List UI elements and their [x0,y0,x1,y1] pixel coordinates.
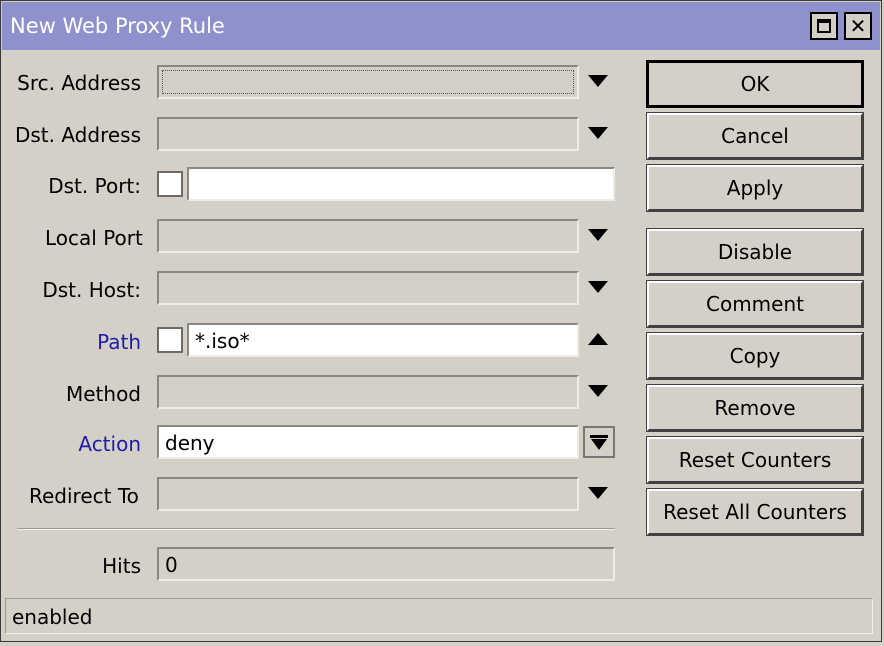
dst-host-field[interactable] [157,271,579,305]
dropdown-arrow-icon[interactable] [588,385,608,397]
disable-button[interactable]: Disable [646,228,864,276]
src-address-field[interactable] [157,65,579,99]
method-field[interactable] [157,375,579,409]
comment-button[interactable]: Comment [646,280,864,328]
reset-counters-button[interactable]: Reset Counters [646,436,864,484]
cancel-button[interactable]: Cancel [646,112,864,160]
dst-address-field[interactable] [157,117,579,151]
src-address-label: Src. Address [17,71,141,95]
copy-button[interactable]: Copy [646,332,864,380]
dst-host-label: Dst. Host: [42,278,141,302]
action-label: Action [78,432,141,456]
select-triangle [591,438,607,450]
remove-button[interactable]: Remove [646,384,864,432]
dropdown-arrow-icon[interactable] [588,281,608,293]
hits-value: 0 [165,553,178,577]
dst-port-negate-checkbox[interactable] [157,171,183,197]
path-label: Path [97,330,141,354]
close-button[interactable]: ✕ [844,12,872,40]
dropdown-select-icon[interactable] [583,426,615,458]
maximize-icon [817,19,831,33]
action-value: deny [165,431,215,455]
method-label: Method [65,382,141,406]
reset-all-counters-button[interactable]: Reset All Counters [646,488,864,536]
dst-port-input[interactable] [187,167,615,201]
window-title: New Web Proxy Rule [10,14,225,38]
close-icon: ✕ [849,14,867,38]
title-bar[interactable]: New Web Proxy Rule ✕ [2,2,880,50]
path-negate-checkbox[interactable] [157,327,183,353]
dst-port-label: Dst. Port: [48,174,141,198]
dropdown-arrow-icon[interactable] [588,75,608,87]
status-text: enabled [12,605,93,629]
redirect-to-field[interactable] [157,477,579,511]
hits-field: 0 [157,547,615,581]
ok-button[interactable]: OK [646,60,864,108]
select-bar [590,434,608,438]
status-bar: enabled [5,598,873,634]
apply-button[interactable]: Apply [646,164,864,212]
path-value: *.iso* [195,329,250,353]
hits-label: Hits [102,554,141,578]
dropdown-arrow-icon[interactable] [588,487,608,499]
dst-address-label: Dst. Address [14,123,141,147]
focus-outline [162,70,574,94]
dialog-window: New Web Proxy Rule ✕ Src. Address Dst. A… [0,0,882,642]
collapse-arrow-icon[interactable] [588,333,608,345]
maximize-button[interactable] [810,12,838,40]
redirect-to-label: Redirect To [29,484,139,508]
action-select[interactable]: deny [157,425,579,459]
dropdown-arrow-icon[interactable] [588,229,608,241]
path-input[interactable]: *.iso* [187,323,579,357]
local-port-field[interactable] [157,219,579,253]
dropdown-arrow-icon[interactable] [588,127,608,139]
local-port-label: Local Port [45,226,143,250]
separator [17,528,615,530]
